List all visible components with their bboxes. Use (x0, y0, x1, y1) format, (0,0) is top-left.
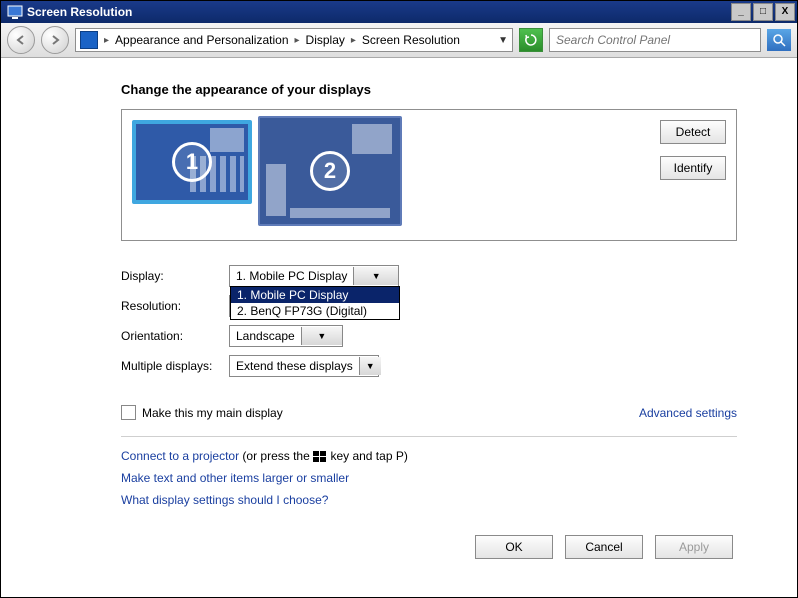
resolution-label: Resolution: (121, 299, 229, 313)
orientation-label: Orientation: (121, 329, 229, 343)
navigation-bar: ▸ Appearance and Personalization ▸ Displ… (1, 23, 797, 58)
chevron-down-icon: ▼ (301, 327, 342, 345)
chevron-right-icon: ▸ (295, 35, 300, 46)
screen-resolution-window: Screen Resolution _ □ X ▸ Appearance and… (0, 0, 798, 598)
chevron-right-icon: ▸ (104, 35, 109, 46)
window-title: Screen Resolution (27, 5, 731, 19)
search-icon (772, 33, 786, 47)
settings-form: Display: 1. Mobile PC Display ▼ 1. Mobil… (121, 261, 737, 381)
refresh-button[interactable] (519, 28, 543, 52)
titlebar: Screen Resolution _ □ X (1, 1, 797, 23)
main-display-checkbox[interactable] (121, 405, 136, 420)
close-icon: X (782, 7, 789, 17)
chevron-right-icon: ▸ (351, 35, 356, 46)
minimize-button[interactable]: _ (731, 3, 751, 21)
monitor-1[interactable]: 1 (132, 120, 252, 204)
dialog-footer: OK Cancel Apply (121, 535, 733, 559)
window-deco-icon (266, 164, 286, 216)
cancel-button[interactable]: Cancel (565, 535, 643, 559)
advanced-settings-link[interactable]: Advanced settings (639, 406, 737, 420)
apply-button[interactable]: Apply (655, 535, 733, 559)
monitor-number: 2 (310, 151, 350, 191)
orientation-value: Landscape (230, 329, 301, 343)
search-box[interactable] (549, 28, 761, 52)
app-monitor-icon (7, 4, 23, 20)
text-size-link[interactable]: Make text and other items larger or smal… (121, 471, 349, 485)
forward-button[interactable] (41, 26, 69, 54)
display-option[interactable]: 1. Mobile PC Display (231, 287, 399, 303)
display-option[interactable]: 2. BenQ FP73G (Digital) (231, 303, 399, 319)
multiple-displays-label: Multiple displays: (121, 359, 229, 373)
maximize-button[interactable]: □ (753, 3, 773, 21)
arrow-left-icon (15, 34, 27, 46)
monitor-2[interactable]: 2 (258, 116, 402, 226)
back-button[interactable] (7, 26, 35, 54)
multiple-displays-value: Extend these displays (230, 359, 359, 373)
breadcrumb-item[interactable]: Appearance and Personalization (115, 33, 288, 47)
window-controls: _ □ X (731, 3, 795, 21)
window-deco-icon (210, 128, 244, 152)
connect-projector-link[interactable]: Connect to a projector (121, 449, 239, 463)
help-link[interactable]: What display settings should I choose? (121, 493, 328, 507)
search-input[interactable] (550, 33, 760, 47)
display-dropdown: 1. Mobile PC Display 2. BenQ FP73G (Digi… (230, 286, 400, 320)
close-button[interactable]: X (775, 3, 795, 21)
window-deco-icon (352, 124, 392, 154)
display-value: 1. Mobile PC Display (230, 269, 353, 283)
maximize-icon: □ (760, 7, 766, 17)
ok-button[interactable]: OK (475, 535, 553, 559)
chevron-down-icon: ▼ (359, 357, 381, 375)
multiple-displays-combobox[interactable]: Extend these displays ▼ (229, 355, 379, 377)
windows-key-icon (313, 451, 327, 463)
page-heading: Change the appearance of your displays (121, 82, 737, 97)
monitor-number: 1 (172, 142, 212, 182)
identify-button[interactable]: Identify (660, 156, 726, 180)
orientation-combobox[interactable]: Landscape ▼ (229, 325, 343, 347)
content-area: Change the appearance of your displays 1… (1, 58, 797, 597)
refresh-icon (524, 33, 538, 47)
address-bar[interactable]: ▸ Appearance and Personalization ▸ Displ… (75, 28, 513, 52)
taskbar-deco-icon (290, 208, 390, 218)
breadcrumb-item[interactable]: Display (306, 33, 345, 47)
minimize-icon: _ (738, 7, 744, 17)
main-display-label: Make this my main display (142, 406, 283, 420)
divider (121, 436, 737, 437)
search-button[interactable] (767, 29, 791, 51)
projector-line: Connect to a projector (or press the key… (121, 449, 737, 463)
chevron-down-icon: ▼ (353, 267, 398, 285)
arrow-right-icon (49, 34, 61, 46)
display-preview-panel: 1 2 Detect Identify (121, 109, 737, 241)
monitor-layout[interactable]: 1 2 (132, 116, 646, 226)
detect-button[interactable]: Detect (660, 120, 726, 144)
control-panel-icon (80, 31, 98, 49)
display-combobox[interactable]: 1. Mobile PC Display ▼ 1. Mobile PC Disp… (229, 265, 399, 287)
address-dropdown-icon[interactable]: ▼ (498, 35, 508, 46)
breadcrumb-item[interactable]: Screen Resolution (362, 33, 460, 47)
display-label: Display: (121, 269, 229, 283)
